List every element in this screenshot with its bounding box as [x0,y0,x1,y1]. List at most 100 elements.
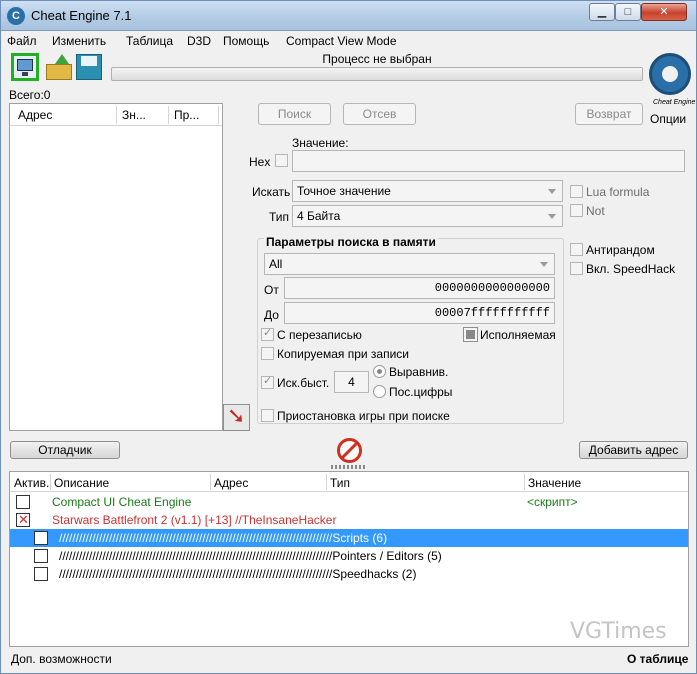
value-type-select[interactable]: 4 Байта [292,205,563,227]
col-value[interactable]: Зн... [122,108,146,122]
alignment-radio[interactable] [373,365,386,378]
scan-progress-bar [111,67,643,81]
maximize-button[interactable]: □ [615,3,641,21]
active-checkbox[interactable] [34,549,48,563]
found-list-header: Адрес Зн... Пр... [10,104,222,126]
open-file-button[interactable] [46,54,74,82]
row-description: ////////////////////////////////////////… [59,549,442,563]
table-extras-link[interactable]: О таблице [627,652,688,666]
active-checkbox[interactable] [16,512,30,528]
menu-bar: Файл Изменить Таблица D3D Помощь Compact… [1,32,696,50]
start-address-input[interactable]: 0000000000000000 [284,277,555,299]
hex-checkbox[interactable] [275,154,288,167]
advanced-options-link[interactable]: Доп. возможности [11,652,112,666]
last-digits-radio[interactable] [373,385,386,398]
antirandom-label: Антирандом [586,243,655,257]
writable-label: С перезаписью [277,328,362,342]
scan-type-value: Точное значение [297,184,391,198]
monitor-icon [17,59,33,71]
to-label: До [264,308,279,322]
col-address[interactable]: Адрес [214,476,248,490]
open-process-button[interactable] [11,53,39,81]
memory-scan-options-title: Параметры поиска в памяти [264,235,438,249]
stop-address-input[interactable]: 00007fffffffffff [284,302,555,324]
row-description: Starwars Battlefront 2 (v1.1) [+13] //Th… [52,513,337,527]
menu-help[interactable]: Помощь [223,34,269,48]
process-label: Процесс не выбран [322,52,432,66]
save-button[interactable] [76,54,104,82]
speedhack-checkbox[interactable] [570,262,583,275]
arrow-down-right-icon: ➘ [227,403,246,428]
menu-table[interactable]: Таблица [126,34,173,48]
col-value[interactable]: Значение [528,476,581,490]
cheat-table-header: Актив. Описание Адрес Тип Значение [10,472,688,492]
pause-game-label: Приостановка игры при поиске [277,409,450,423]
row-description: Compact UI Cheat Engine [52,495,192,509]
row-description: ////////////////////////////////////////… [59,567,417,581]
value-type-label: Тип [269,210,290,224]
main-window: C Cheat Engine 7.1 ▁ □ ✕ Файл Изменить Т… [0,0,697,674]
fast-scan-checkbox[interactable] [261,374,274,389]
title-bar[interactable]: C Cheat Engine 7.1 ▁ □ ✕ [1,1,696,31]
status-bar: Доп. возможности О таблице [1,649,696,673]
lua-formula-label: Lua formula [586,185,650,199]
window-title: Cheat Engine 7.1 [31,8,132,23]
table-row[interactable]: Starwars Battlefront 2 (v1.1) [+13] //Th… [10,511,688,529]
memory-region-select[interactable]: All [264,253,555,275]
hex-label: Hex [249,155,271,169]
minimize-button[interactable]: ▁ [589,3,615,21]
col-active[interactable]: Актив. [14,476,49,490]
watermark: VGTimes [570,619,667,644]
add-to-table-button[interactable]: ➘ [223,403,250,431]
cheat-engine-app-icon: C [7,7,25,25]
logo-caption: Cheat Engine [653,99,696,106]
table-row[interactable]: Compact UI Cheat Engine <скрипт> [10,493,688,511]
alignment-label: Выравнив. [389,365,449,379]
fast-scan-label: Иск.быст. [277,376,330,390]
writable-checkbox[interactable] [261,326,274,341]
menu-d3d[interactable]: D3D [187,34,211,48]
copy-on-write-checkbox[interactable] [261,347,274,360]
no-entry-icon[interactable] [337,438,362,463]
col-address[interactable]: Адрес [18,108,52,122]
antirandom-checkbox[interactable] [570,243,583,256]
table-row[interactable]: ////////////////////////////////////////… [10,529,688,547]
fast-scan-alignment-input[interactable]: 4 [334,371,369,393]
memory-view-button[interactable]: Отладчик [10,441,120,459]
menu-file[interactable]: Файл [7,34,37,48]
menu-compact-view[interactable]: Compact View Mode [286,34,397,48]
pause-game-checkbox[interactable] [261,409,274,422]
splitter-handle[interactable] [331,465,367,469]
col-type[interactable]: Тип [330,476,350,490]
col-previous[interactable]: Пр... [174,108,199,122]
lua-formula-checkbox[interactable] [570,185,583,198]
value-input[interactable] [292,150,685,172]
table-row[interactable]: ////////////////////////////////////////… [10,547,688,565]
not-label: Not [586,204,605,218]
active-checkbox[interactable] [16,495,30,509]
active-checkbox[interactable] [34,531,48,545]
next-scan-button[interactable]: Отсев [343,103,416,125]
executable-checkbox[interactable] [463,327,478,342]
value-type-value: 4 Байта [297,209,341,223]
speedhack-label: Вкл. SpeedHack [586,262,676,276]
row-value: <скрипт> [527,495,578,509]
close-button[interactable]: ✕ [641,3,687,21]
scan-type-select[interactable]: Точное значение [292,180,563,202]
found-count: Всего:0 [9,88,51,102]
found-results-list[interactable]: Адрес Зн... Пр... [9,103,223,431]
undo-scan-button[interactable]: Возврат [575,103,643,125]
not-checkbox[interactable] [570,204,583,217]
first-scan-button[interactable]: Поиск [258,103,331,125]
add-address-button[interactable]: Добавить адрес [579,441,688,459]
cheat-engine-logo-icon[interactable] [649,53,691,95]
active-checkbox[interactable] [34,567,48,581]
row-description: ////////////////////////////////////////… [59,531,388,545]
options-link[interactable]: Опции [650,112,686,126]
from-label: От [264,283,279,297]
last-digits-label: Пос.цифры [389,385,453,399]
table-row[interactable]: ////////////////////////////////////////… [10,565,688,583]
menu-edit[interactable]: Изменить [52,34,106,48]
copy-on-write-label: Копируемая при записи [277,347,409,361]
col-description[interactable]: Описание [54,476,109,490]
